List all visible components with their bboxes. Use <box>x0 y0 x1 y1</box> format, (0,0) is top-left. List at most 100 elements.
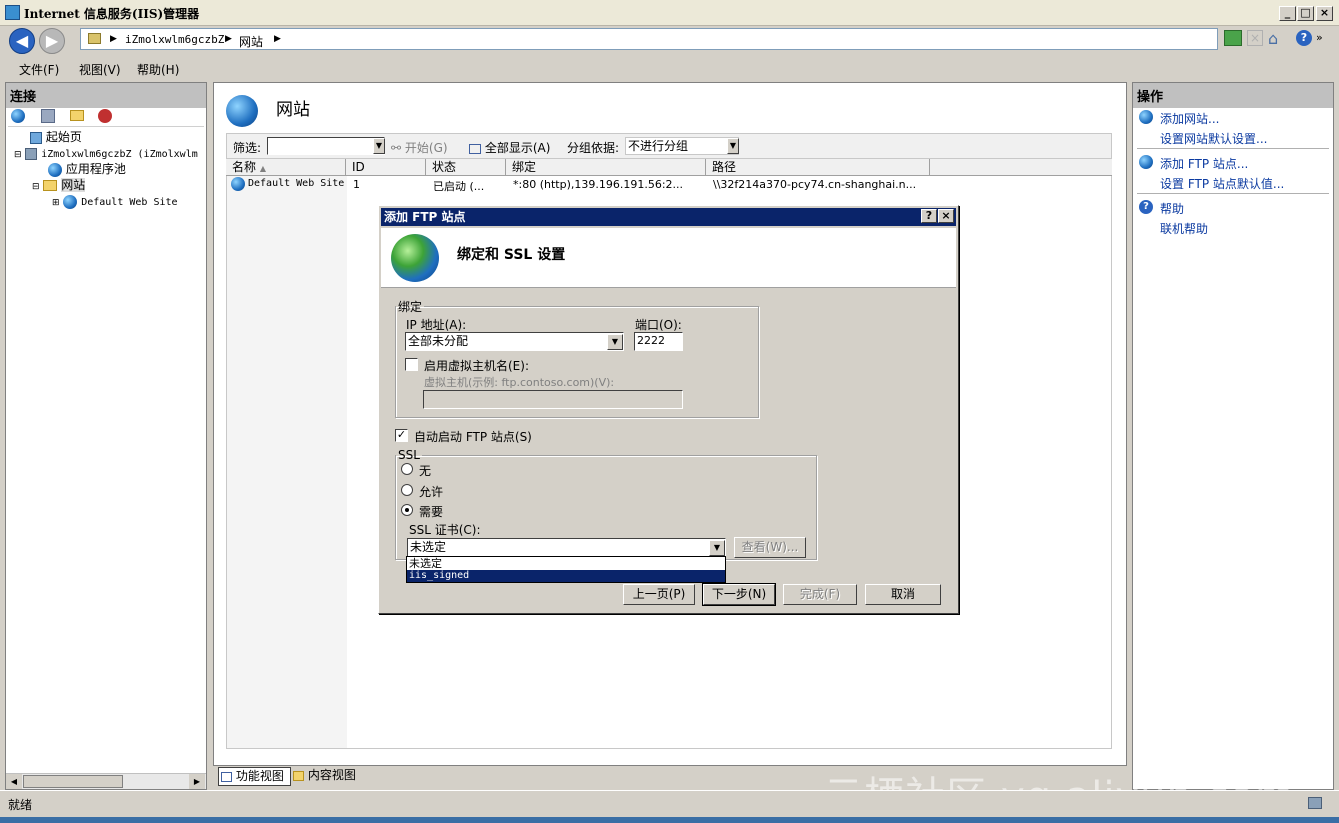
ssl-certificate-select[interactable]: 未选定 <box>407 538 726 557</box>
connections-tree: 起始页 ⊟ iZmolxwlm6gczbZ (iZmolxwlm 应用程序池 ⊟… <box>10 129 206 209</box>
ssl-none-radio[interactable] <box>401 463 413 475</box>
add-ftp-site-dialog: 添加 FTP 站点 ? × 绑定和 SSL 设置 绑定 IP 地址(A): 全部… <box>378 205 959 614</box>
filter-label: 筛选: <box>233 141 262 155</box>
tree-item-start-page[interactable]: 起始页 <box>10 129 206 145</box>
add-ftp-icon <box>1139 155 1153 169</box>
forward-button[interactable]: ▶ <box>39 28 65 54</box>
tree-item-app-pools[interactable]: 应用程序池 <box>10 161 206 177</box>
sites-header-icon <box>226 95 258 127</box>
table-row[interactable]: Default Web Site 1 已启动 (... *:80 (http),… <box>227 176 1111 193</box>
cell-path: \\32f214a370-pcy74.cn-shanghai.n... <box>713 178 917 191</box>
action-site-defaults[interactable]: 设置网站默认设置... <box>1160 130 1267 147</box>
collapse-icon[interactable]: ⊟ <box>14 150 22 160</box>
tab-features-view[interactable]: 功能视图 <box>218 767 291 786</box>
breadcrumb-server[interactable]: iZmolxwlm6gczbZ <box>125 33 224 46</box>
autostart-label: 自动启动 FTP 站点(S) <box>414 430 532 444</box>
tab-content-view[interactable]: 内容视图 <box>293 767 363 786</box>
show-all-button[interactable]: 全部显示(A) <box>469 139 550 156</box>
option-unselected[interactable]: 未选定 <box>407 558 725 570</box>
breadcrumb-sites[interactable]: 网站 <box>239 33 263 50</box>
group-by-dropdown-icon[interactable]: ▼ <box>727 138 739 154</box>
dialog-title: 添加 FTP 站点 <box>384 210 466 224</box>
tree-item-server[interactable]: ⊟ iZmolxwlm6gczbZ (iZmolxwlm <box>10 145 206 161</box>
status-bar: 就绪 <box>0 790 1339 817</box>
ip-address-select[interactable]: 全部未分配 <box>405 332 624 351</box>
menu-view[interactable]: 视图(V) <box>79 61 121 78</box>
action-add-site[interactable]: 添加网站... <box>1160 110 1219 127</box>
action-ftp-defaults[interactable]: 设置 FTP 站点默认值... <box>1160 175 1284 192</box>
delete-connection-icon[interactable] <box>98 109 112 123</box>
dialog-close-button[interactable]: × <box>938 209 954 223</box>
tree-item-default-web-site[interactable]: ⊞ Default Web Site <box>10 193 206 209</box>
group-by-select[interactable]: 不进行分组 <box>625 137 739 155</box>
taskbar-strip <box>0 817 1339 823</box>
action-online-help[interactable]: 联机帮助 <box>1160 220 1208 237</box>
cell-name: Default Web Site <box>248 178 345 189</box>
up-level-icon[interactable] <box>70 110 84 121</box>
close-button[interactable]: × <box>1316 6 1333 21</box>
connections-panel: 连接 起始页 ⊟ iZmolxwlm6gczbZ (iZmolxwlm 应用程序… <box>5 82 207 790</box>
scroll-left-icon[interactable]: ◀ <box>6 774 22 789</box>
autostart-checkbox[interactable]: ✓ <box>395 429 408 442</box>
start-filter-button[interactable]: ⚯ 开始(G) <box>391 139 448 156</box>
action-help[interactable]: 帮助 <box>1160 200 1184 217</box>
virtual-host-label: 启用虚拟主机名(E): <box>424 359 529 373</box>
site-globe-icon <box>63 194 78 209</box>
maximize-button[interactable]: □ <box>1297 6 1314 21</box>
option-iis-signed[interactable]: iis_signed <box>407 570 725 582</box>
dialog-heading: 绑定和 SSL 设置 <box>457 247 566 263</box>
dialog-header: 绑定和 SSL 设置 <box>381 228 956 288</box>
scroll-right-icon[interactable]: ▶ <box>189 774 205 789</box>
connect-icon[interactable] <box>11 109 25 123</box>
certificate-dropdown-icon[interactable]: ▼ <box>709 540 725 556</box>
back-button[interactable]: ◀ <box>9 28 35 54</box>
view-certificate-button[interactable]: 查看(W)... <box>734 537 806 558</box>
binding-legend: 绑定 <box>398 300 423 314</box>
column-header-name[interactable]: 名称 ▲ <box>226 159 346 176</box>
virtual-host-checkbox[interactable] <box>405 358 418 371</box>
expand-icon[interactable]: ⊞ <box>52 198 60 208</box>
ssl-allow-radio[interactable] <box>401 484 413 496</box>
column-header-status[interactable]: 状态 <box>426 159 506 176</box>
server-icon <box>25 147 38 160</box>
horizontal-scrollbar[interactable]: ◀ ▶ <box>6 773 206 789</box>
expand-toolbar-icon[interactable]: » <box>1316 31 1323 44</box>
binoculars-icon: ⚯ <box>391 141 402 155</box>
address-home-icon <box>88 33 101 44</box>
dialog-help-button[interactable]: ? <box>921 209 937 223</box>
column-header-id[interactable]: ID <box>346 159 426 176</box>
network-status-icon <box>1308 797 1322 809</box>
column-header-path[interactable]: 路径 <box>706 159 930 176</box>
certificate-dropdown-list: 未选定 iis_signed <box>406 556 726 583</box>
crumb-separator-icon: ▶ <box>110 34 117 44</box>
port-input[interactable]: 2222 <box>634 332 683 351</box>
group-by-label: 分组依据: <box>567 141 620 155</box>
menu-file[interactable]: 文件(F) <box>19 61 59 78</box>
previous-button[interactable]: 上一页(P) <box>623 584 695 605</box>
next-button[interactable]: 下一步(N) <box>702 583 776 606</box>
column-header-binding[interactable]: 绑定 <box>506 159 706 176</box>
scroll-thumb[interactable] <box>23 775 123 788</box>
collapse-icon[interactable]: ⊟ <box>32 182 40 192</box>
help-dropdown-icon[interactable]: ? <box>1296 30 1312 46</box>
ssl-require-radio[interactable] <box>401 504 413 516</box>
tree-item-sites[interactable]: ⊟ 网站 <box>10 177 206 193</box>
home-icon[interactable]: ⌂ <box>1268 29 1278 48</box>
refresh-icon[interactable] <box>1224 30 1242 46</box>
action-add-ftp-site[interactable]: 添加 FTP 站点... <box>1160 155 1248 172</box>
virtual-host-input[interactable] <box>423 390 683 409</box>
cell-status: 已启动 (... <box>433 180 485 193</box>
stop-icon[interactable]: × <box>1247 30 1263 46</box>
menu-help[interactable]: 帮助(H) <box>137 61 179 78</box>
address-bar[interactable]: ▶ iZmolxwlm6gczbZ ▶ 网站 ▶ <box>80 28 1218 50</box>
finish-button[interactable]: 完成(F) <box>783 584 857 605</box>
content-view-icon <box>293 770 304 781</box>
filter-input[interactable] <box>267 137 385 155</box>
ssl-certificate-label: SSL 证书(C): <box>409 523 481 537</box>
cancel-button[interactable]: 取消 <box>865 584 941 605</box>
ssl-require-label: 需要 <box>419 505 444 519</box>
save-icon[interactable] <box>41 109 55 123</box>
minimize-button[interactable]: _ <box>1279 6 1296 21</box>
filter-dropdown-icon[interactable]: ▼ <box>373 138 385 154</box>
ip-dropdown-icon[interactable]: ▼ <box>607 334 623 350</box>
